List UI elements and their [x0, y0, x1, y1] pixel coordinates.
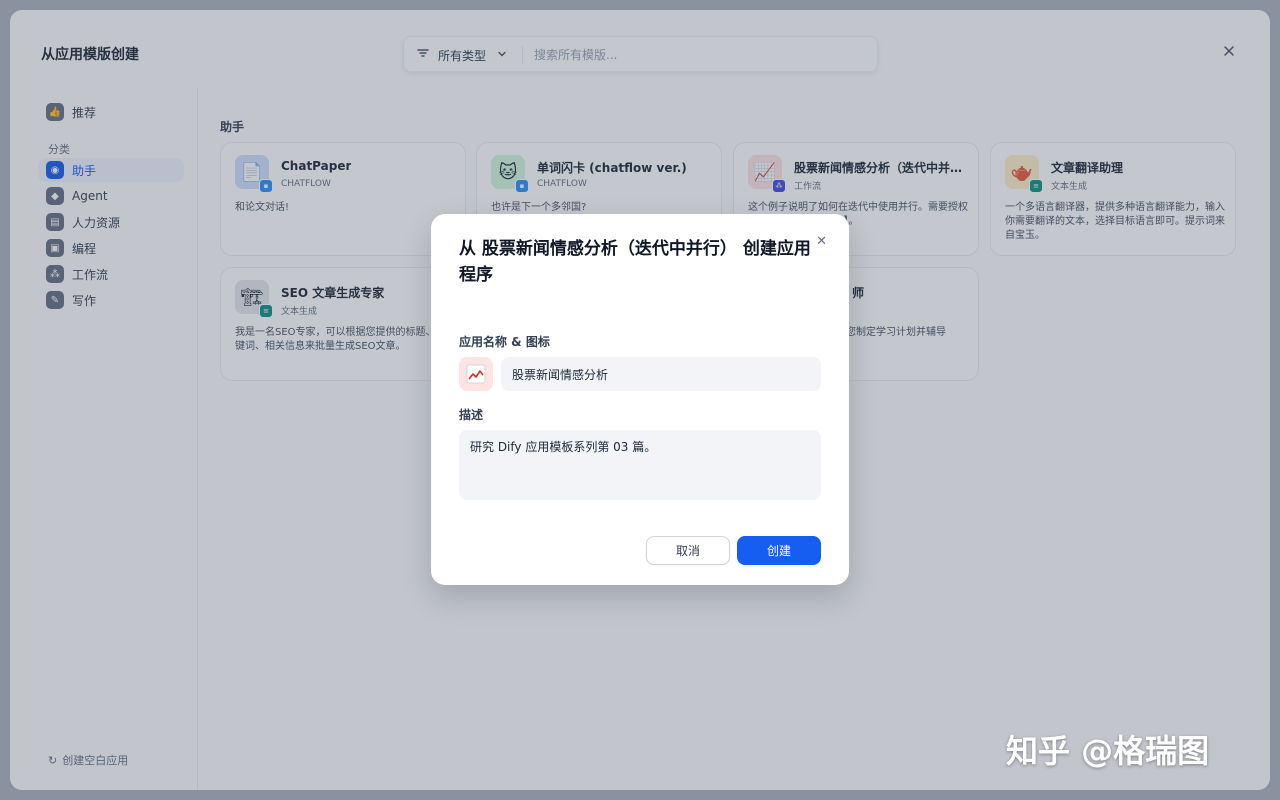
app-icon-picker[interactable] — [459, 357, 493, 391]
watermark-text: 知乎 @格瑞图 — [1006, 732, 1210, 770]
close-icon[interactable]: ✕ — [816, 234, 827, 249]
app-name-input[interactable]: 股票新闻情感分析 — [501, 357, 821, 391]
description-textarea[interactable]: 研究 Dify 应用模板系列第 03 篇。 — [459, 430, 821, 500]
create-button[interactable]: 创建 — [737, 536, 821, 565]
create-app-dialog: 从 股票新闻情感分析（迭代中并行） 创建应用程序 ✕ 应用名称 & 图标 股票新… — [431, 214, 849, 585]
dialog-title: 从 股票新闻情感分析（迭代中并行） 创建应用程序 — [459, 239, 811, 285]
chart-icon — [466, 364, 486, 384]
cancel-button[interactable]: 取消 — [646, 536, 730, 565]
description-label: 描述 — [459, 408, 484, 422]
name-icon-label: 应用名称 & 图标 — [459, 335, 550, 349]
